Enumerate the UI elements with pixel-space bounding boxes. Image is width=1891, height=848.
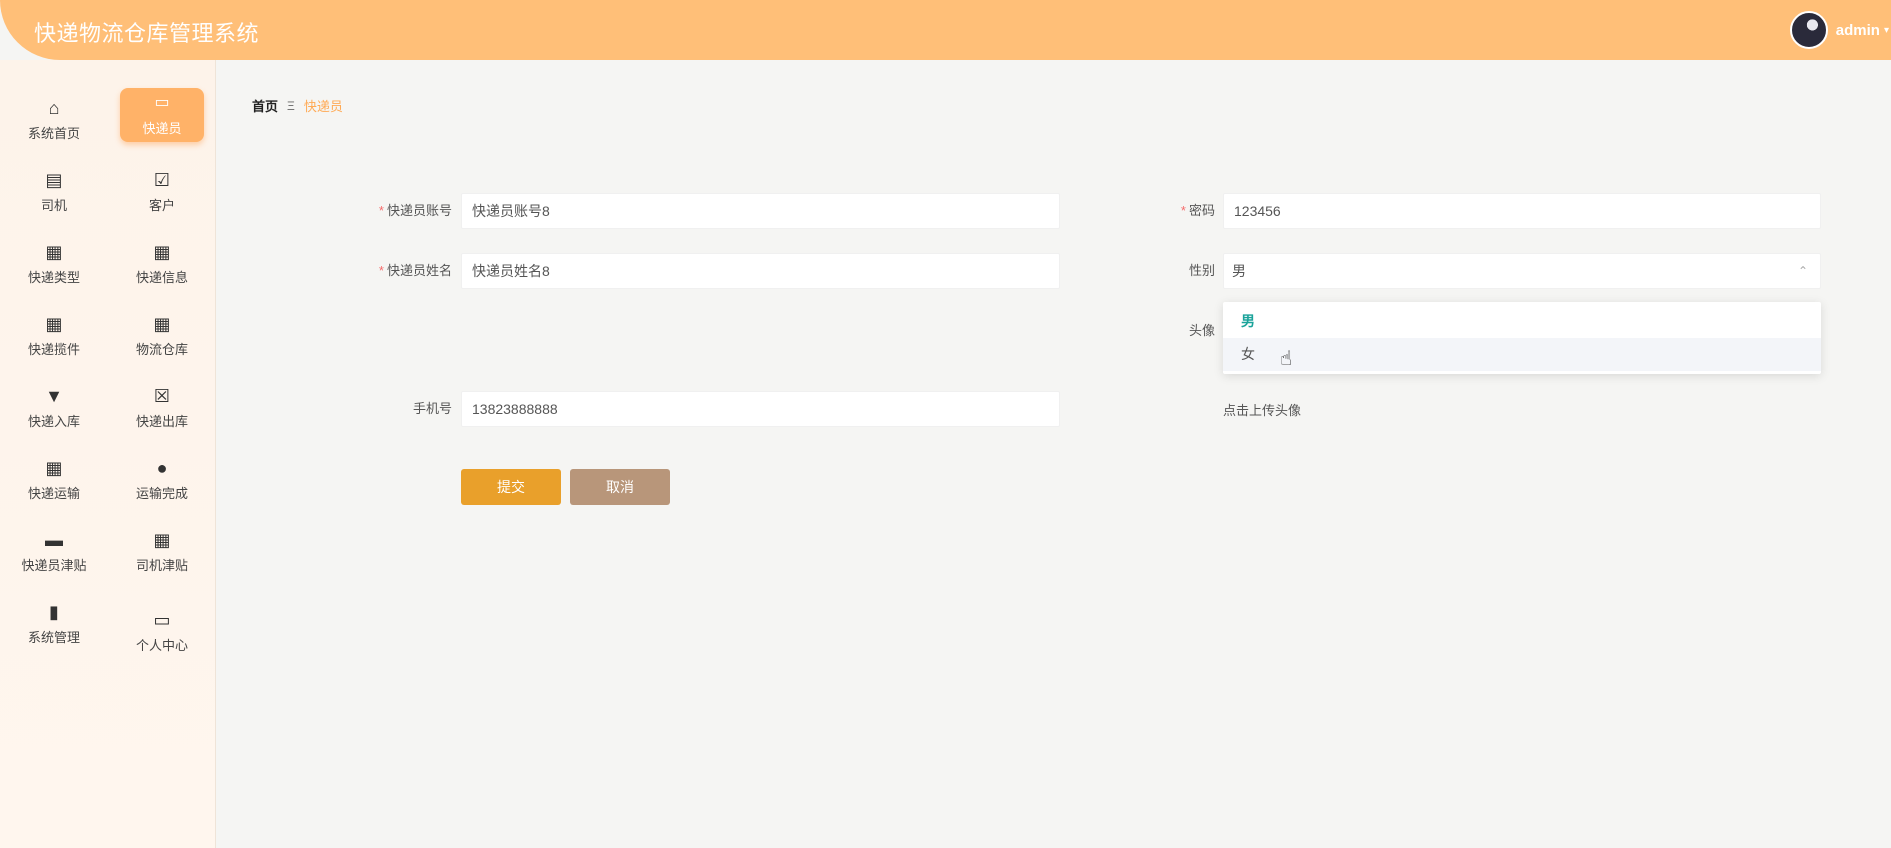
- username[interactable]: admin: [1836, 22, 1880, 39]
- password-label: * 密码: [1180, 203, 1215, 218]
- clipboard-x-icon: ☒: [153, 386, 171, 406]
- phone-label: 手机号: [412, 401, 452, 416]
- gender-select-value: 男: [1232, 263, 1246, 279]
- briefcase-icon: ▬: [45, 530, 63, 550]
- phone-input[interactable]: 13823888888: [461, 391, 1060, 427]
- sidebar-item-courier-allowance[interactable]: ▬ 快递员津贴: [0, 520, 108, 584]
- sidebar-item-transport[interactable]: ▦ 快递运输: [0, 448, 108, 512]
- sidebar-item-label: 司机津贴: [135, 558, 188, 573]
- sidebar-item-transport-done[interactable]: ● 运输完成: [108, 448, 216, 512]
- gender-select[interactable]: 男 ⌃: [1223, 253, 1821, 289]
- account-label: * 快递员账号: [378, 203, 452, 218]
- grid-icon: ▦: [45, 242, 63, 262]
- sidebar-item-label: 快递出库: [135, 414, 188, 429]
- gender-option-male[interactable]: 男: [1223, 305, 1821, 338]
- password-input[interactable]: 123456: [1223, 193, 1821, 229]
- top-header: 快递物流仓库管理系统 admin ▾: [0, 0, 1891, 60]
- grid-icon: ▦: [153, 314, 171, 334]
- sidebar-item-label: 司机: [40, 198, 67, 213]
- sidebar-item-inbound[interactable]: ▼ 快递入库: [0, 376, 108, 440]
- chart-icon: ▭: [154, 94, 170, 111]
- grid-icon: ▦: [45, 458, 63, 478]
- sidebar-item-label: 运输完成: [135, 486, 188, 501]
- clipboard-icon: ▤: [45, 170, 63, 190]
- sidebar-item-label: 快递揽件: [27, 342, 80, 357]
- home-icon: ⌂: [48, 98, 60, 118]
- gender-option-female[interactable]: 女: [1223, 338, 1821, 371]
- sidebar-item-label: 快递入库: [27, 414, 80, 429]
- sidebar-item-courier[interactable]: ▭ 快递员: [120, 88, 204, 142]
- app-title: 快递物流仓库管理系统: [34, 21, 260, 46]
- gender-dropdown: 男 女: [1223, 302, 1821, 374]
- user-menu[interactable]: admin ▾: [1789, 10, 1891, 50]
- sidebar-nav: ⌂ 系统首页 ▭ 快递员 ▤ 司机 ☑ 客户 ▦ 快递类型 ▦ 快递信息 ▦ 快…: [0, 88, 216, 672]
- sidebar-item-warehouse[interactable]: ▦ 物流仓库: [108, 304, 216, 368]
- sidebar-item-label: 个人中心: [135, 638, 188, 653]
- chevron-down-icon[interactable]: ▾: [1884, 25, 1889, 36]
- avatar-label: 头像: [1188, 323, 1215, 338]
- sidebar-item-label: 客户: [148, 198, 175, 213]
- sidebar-item-label: 快递类型: [27, 270, 80, 285]
- chevron-up-icon: ⌃: [1797, 264, 1808, 278]
- sidebar-item-pickup[interactable]: ▦ 快递揽件: [0, 304, 108, 368]
- sidebar-item-personal-center[interactable]: ▭ 个人中心: [108, 592, 216, 672]
- sidebar-item-label: 快递员: [142, 121, 182, 136]
- grid-icon: ▦: [153, 530, 171, 550]
- account-input[interactable]: 快递员账号8: [461, 193, 1060, 229]
- submit-button[interactable]: 提交: [461, 469, 561, 505]
- sidebar-item-label: 系统管理: [27, 630, 80, 645]
- sidebar-item-label: 物流仓库: [135, 342, 188, 357]
- wallet-icon: ▭: [153, 610, 171, 630]
- grid-icon: ▦: [45, 314, 63, 334]
- breadcrumb-home[interactable]: 首页: [252, 96, 278, 115]
- sidebar-item-customer[interactable]: ☑ 客户: [108, 160, 216, 224]
- sidebar-item-express-info[interactable]: ▦ 快递信息: [108, 232, 216, 296]
- avatar-upload[interactable]: 点击上传头像: [1223, 400, 1301, 419]
- breadcrumb-separator-icon: Ξ: [287, 98, 295, 113]
- breadcrumb-current: 快递员: [303, 99, 343, 114]
- breadcrumb: 首页 Ξ 快递员: [252, 96, 343, 115]
- sidebar-item-driver[interactable]: ▤ 司机: [0, 160, 108, 224]
- brush-icon: ▼: [45, 386, 63, 406]
- sidebar-item-home[interactable]: ⌂ 系统首页: [0, 88, 108, 152]
- grid-icon: ▦: [153, 242, 171, 262]
- sidebar-item-label: 系统首页: [27, 126, 80, 141]
- cancel-button[interactable]: 取消: [570, 469, 670, 505]
- sidebar-item-label: 快递信息: [135, 270, 188, 285]
- avatar[interactable]: [1789, 11, 1828, 49]
- sidebar-item-driver-allowance[interactable]: ▦ 司机津贴: [108, 520, 216, 584]
- sidebar-item-outbound[interactable]: ☒ 快递出库: [108, 376, 216, 440]
- book-icon: ▮: [49, 602, 59, 622]
- clipboard-check-icon: ☑: [153, 170, 171, 190]
- sidebar-item-label: 快递员津贴: [21, 558, 87, 573]
- sidebar-item-label: 快递运输: [27, 486, 80, 501]
- hand-pointer-icon: ☝: [1280, 348, 1293, 370]
- sidebar-item-system-admin[interactable]: ▮ 系统管理: [0, 592, 108, 656]
- name-label: * 快递员姓名: [378, 263, 452, 278]
- sidebar: ⌂ 系统首页 ▭ 快递员 ▤ 司机 ☑ 客户 ▦ 快递类型 ▦ 快递信息 ▦ 快…: [0, 60, 216, 848]
- name-input[interactable]: 快递员姓名8: [461, 253, 1060, 289]
- user-icon: ●: [156, 458, 168, 478]
- sidebar-item-express-type[interactable]: ▦ 快递类型: [0, 232, 108, 296]
- gender-label: 性别: [1188, 263, 1215, 278]
